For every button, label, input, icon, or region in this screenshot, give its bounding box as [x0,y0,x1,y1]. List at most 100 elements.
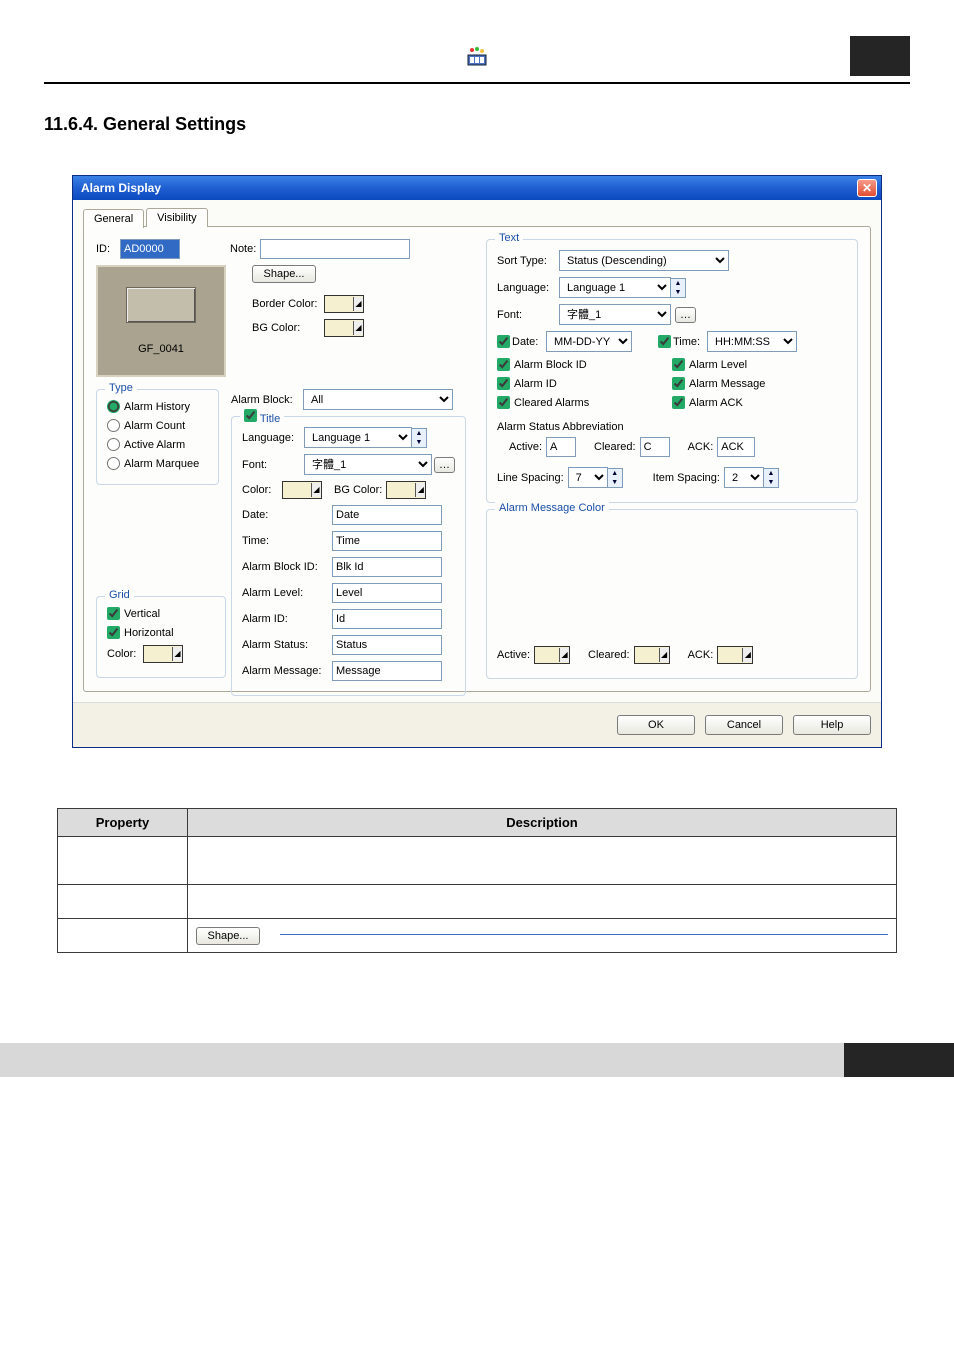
msgcolor-ack-picker[interactable]: ◢ [717,646,753,664]
text-font-label: Font: [497,309,559,321]
help-button[interactable]: Help [793,715,871,735]
ok-button[interactable]: OK [617,715,695,735]
title-blkid-label: Alarm Block ID: [242,561,332,573]
line-spacing-combo[interactable]: 7 [568,467,608,488]
title-bgcolor-picker[interactable]: ◢ [386,481,426,499]
date-label: Date: [512,336,546,348]
note-input[interactable] [260,239,410,259]
abbrev-ack-input[interactable] [717,437,755,457]
title-legend: Title [240,409,284,425]
check-alarm-message[interactable] [672,377,685,390]
note-label: Note: [230,243,256,255]
grid-horizontal-check[interactable] [107,626,120,639]
item-spacing-label: Item Spacing: [653,472,720,484]
bg-color-label: BG Color: [252,322,324,334]
radio-active-alarm[interactable] [107,438,120,451]
title-message-label: Alarm Message: [242,665,332,677]
title-color-picker[interactable]: ◢ [282,481,322,499]
id-label: ID: [96,243,120,255]
title-date-label: Date: [242,509,332,521]
tab-visibility[interactable]: Visibility [146,208,208,227]
msgcolor-ack-label: ACK: [688,649,714,661]
time-check[interactable] [658,335,671,348]
msgcolor-active-label: Active: [497,649,530,661]
title-font-combo[interactable]: 字體_1 [304,454,432,475]
grid-color-picker[interactable]: ◢ [143,645,183,663]
abbrev-active-input[interactable] [546,437,576,457]
title-date-input[interactable] [332,505,442,525]
title-font-more[interactable]: … [434,457,455,473]
window-title: Alarm Display [81,181,857,195]
bg-color-picker[interactable]: ◢ [324,319,364,337]
title-bgcolor-label: BG Color: [334,484,382,496]
check-alarm-ack[interactable] [672,396,685,409]
th-property: Property [58,809,188,837]
text-font-more[interactable]: … [675,307,696,323]
text-language-combo[interactable]: Language 1 [559,277,671,298]
title-time-label: Time: [242,535,332,547]
time-label: Time: [673,336,707,348]
date-combo[interactable]: MM-DD-YY [546,331,632,352]
check-alarm-id[interactable] [497,377,510,390]
title-time-input[interactable] [332,531,442,551]
title-status-input[interactable] [332,635,442,655]
title-language-combo[interactable]: Language 1 [304,427,412,448]
alarm-display-dialog: Alarm Display ✕ General Visibility ID: N… [72,175,882,748]
title-font-label: Font: [242,459,304,471]
grid-vertical-check[interactable] [107,607,120,620]
alarm-block-combo[interactable]: All [303,389,453,410]
radio-alarm-marquee[interactable] [107,457,120,470]
text-legend: Text [495,232,523,244]
title-status-label: Alarm Status: [242,639,332,651]
date-check[interactable] [497,335,510,348]
title-level-input[interactable] [332,583,442,603]
line-spacing-spinner[interactable]: ▲▼ [608,468,623,488]
msgcolor-active-picker[interactable]: ◢ [534,646,570,664]
title-language-label: Language: [242,432,304,444]
id-input[interactable] [120,239,180,259]
title-alarmid-input[interactable] [332,609,442,629]
sort-type-combo[interactable]: Status (Descending) [559,250,729,271]
app-icon [463,42,491,70]
title-checkbox[interactable] [244,409,257,422]
msgcolor-cleared-picker[interactable]: ◢ [634,646,670,664]
msg-color-legend: Alarm Message Color [495,502,609,514]
check-alarm-level[interactable] [672,358,685,371]
table-underline [280,934,888,935]
text-language-spinner[interactable]: ▲▼ [671,278,686,298]
shape-preview: GF_0041 [96,265,226,377]
border-color-picker[interactable]: ◢ [324,295,364,313]
time-combo[interactable]: HH:MM:SS [707,331,797,352]
title-message-input[interactable] [332,661,442,681]
radio-alarm-history[interactable] [107,400,120,413]
shape-button[interactable]: Shape... [252,265,316,283]
footer-bar [0,1043,954,1077]
check-alarm-block-id[interactable] [497,358,510,371]
sort-type-label: Sort Type: [497,255,559,267]
abbrev-ack-label: ACK: [688,441,714,453]
th-description: Description [188,809,897,837]
border-color-label: Border Color: [252,298,324,310]
text-font-combo[interactable]: 字體_1 [559,304,671,325]
item-spacing-spinner[interactable]: ▲▼ [764,468,779,488]
title-blkid-input[interactable] [332,557,442,577]
title-language-spinner[interactable]: ▲▼ [412,428,427,448]
abbrev-active-label: Active: [509,441,542,453]
text-language-label: Language: [497,282,559,294]
type-legend: Type [105,382,137,394]
line-spacing-label: Line Spacing: [497,472,564,484]
grid-color-label: Color: [107,648,143,660]
item-spacing-combo[interactable]: 2 [724,467,764,488]
cancel-button[interactable]: Cancel [705,715,783,735]
tab-general[interactable]: General [83,209,144,228]
abbrev-cleared-input[interactable] [640,437,670,457]
abbrev-cleared-label: Cleared: [594,441,636,453]
radio-alarm-count[interactable] [107,419,120,432]
close-button[interactable]: ✕ [857,179,877,197]
alarm-block-label: Alarm Block: [231,394,303,406]
title-color-label: Color: [242,484,282,496]
section-heading: 11.6.4. General Settings [44,114,910,135]
title-alarmid-label: Alarm ID: [242,613,332,625]
check-cleared-alarms[interactable] [497,396,510,409]
table-shape-button[interactable]: Shape... [196,927,260,945]
